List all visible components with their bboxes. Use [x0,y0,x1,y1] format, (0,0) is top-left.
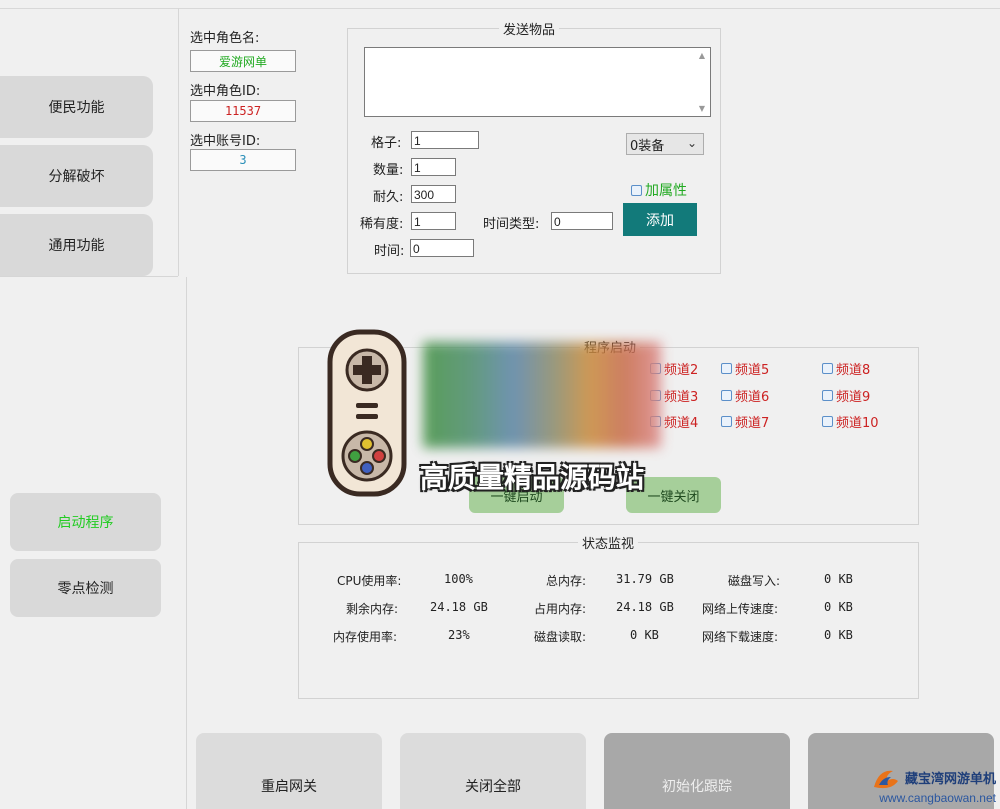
equip-select-value: 0装备 [630,138,665,154]
account-id-label: 选中账号ID: [190,134,261,149]
add-button[interactable]: 添加 [623,203,697,236]
grid-label: 格子: [371,136,402,151]
send-item-title: 发送物品 [499,19,560,38]
channel-6-checkbox[interactable]: 频道6 [721,386,769,405]
role-id-value: 11537 [190,100,296,122]
site-url: www.cangbaowan.net [879,791,996,805]
item-textarea[interactable]: ▲ ▼ [364,47,711,117]
channel-7-checkbox[interactable]: 频道7 [721,412,769,431]
window-top-bar [0,0,1000,9]
channel-label: 频道3 [664,390,699,405]
time-input[interactable]: 0 [410,239,474,257]
disk-write-value: 0 KB [824,572,853,586]
total-memory-label: 总内存: [546,574,587,588]
init-tracking-button[interactable]: 初始化跟踪 [604,733,790,809]
checkbox-icon [822,363,833,374]
total-memory-value: 31.79 GB [616,572,674,586]
durability-label: 耐久: [373,190,404,205]
site-watermark: 藏宝湾网游单机 www.cangbaowan.net [871,767,996,805]
time-type-input[interactable]: 0 [551,212,613,230]
site-name: 藏宝湾网游单机 [904,771,996,786]
grid-input[interactable]: 1 [411,131,479,149]
channel-label: 频道7 [735,416,770,431]
nav-convenience-button[interactable]: 便民功能 [0,76,153,138]
equip-select[interactable]: 0装备 ⌄ [626,133,704,155]
channel-9-checkbox[interactable]: 频道9 [822,386,870,405]
rarity-input[interactable]: 1 [411,212,456,230]
status-monitor-title: 状态监视 [578,533,639,552]
channel-10-checkbox[interactable]: 频道10 [822,412,879,431]
memory-usage-label: 内存使用率: [333,630,398,644]
net-upload-value: 0 KB [824,600,853,614]
restart-gateway-button[interactable]: 重启网关 [196,733,382,809]
durability-input[interactable]: 300 [411,185,456,203]
divider-horizontal [0,276,178,277]
add-attr-checkbox[interactable]: 加属性 [631,180,687,200]
channel-label: 频道9 [836,390,871,405]
channel-label: 频道2 [664,363,699,378]
checkbox-icon [631,184,642,196]
nav-decompose-button[interactable]: 分解破坏 [0,145,153,207]
used-memory-label: 占用内存: [534,602,587,616]
net-upload-label: 网络上传速度: [702,602,779,616]
disk-read-value: 0 KB [630,628,659,642]
close-all-button[interactable]: 关闭全部 [400,733,586,809]
scroll-down-icon[interactable]: ▼ [698,104,706,113]
role-name-label: 选中角色名: [190,31,260,46]
blurred-overlay [423,342,661,448]
checkbox-icon [721,416,732,427]
memory-usage-value: 23% [448,628,470,642]
channel-label: 频道8 [836,363,871,378]
channel-label: 频道10 [836,416,879,431]
nav-general-button[interactable]: 通用功能 [0,214,153,276]
account-id-value: 3 [190,149,296,171]
used-memory-value: 24.18 GB [616,600,674,614]
start-program-button[interactable]: 启动程序 [10,493,161,551]
quantity-input[interactable]: 1 [411,158,456,176]
divider-vertical-top [178,8,179,276]
role-name-value: 爱游网单 [190,50,296,72]
watermark-banner: 高质量精品源码站 [420,461,645,494]
rarity-label: 稀有度: [360,217,404,232]
disk-read-label: 磁盘读取: [534,630,587,644]
cpu-usage-value: 100% [444,572,473,586]
disk-write-label: 磁盘写入: [728,574,781,588]
net-download-label: 网络下载速度: [702,630,779,644]
quantity-label: 数量: [373,163,404,178]
net-download-value: 0 KB [824,628,853,642]
channel-label: 频道4 [664,416,699,431]
site-logo-icon [873,770,898,789]
time-type-label: 时间类型: [483,217,540,232]
chevron-down-icon: ⌄ [686,136,697,150]
divider-vertical [186,277,187,809]
cpu-usage-label: CPU使用率: [337,574,402,588]
zero-check-button[interactable]: 零点检测 [10,559,161,617]
time-label: 时间: [374,244,405,259]
free-memory-label: 剩余内存: [346,602,399,616]
checkbox-icon [822,416,833,427]
checkbox-icon [822,390,833,401]
channel-8-checkbox[interactable]: 频道8 [822,359,870,378]
checkbox-icon [721,363,732,374]
status-monitor-group [298,542,919,699]
gamepad-logo-icon [327,329,407,497]
add-attr-label: 加属性 [645,183,687,199]
scroll-up-icon[interactable]: ▲ [698,51,706,60]
free-memory-value: 24.18 GB [430,600,488,614]
channel-label: 频道6 [735,390,770,405]
checkbox-icon [721,390,732,401]
channel-5-checkbox[interactable]: 频道5 [721,359,769,378]
channel-label: 频道5 [735,363,770,378]
role-id-label: 选中角色ID: [190,84,261,99]
